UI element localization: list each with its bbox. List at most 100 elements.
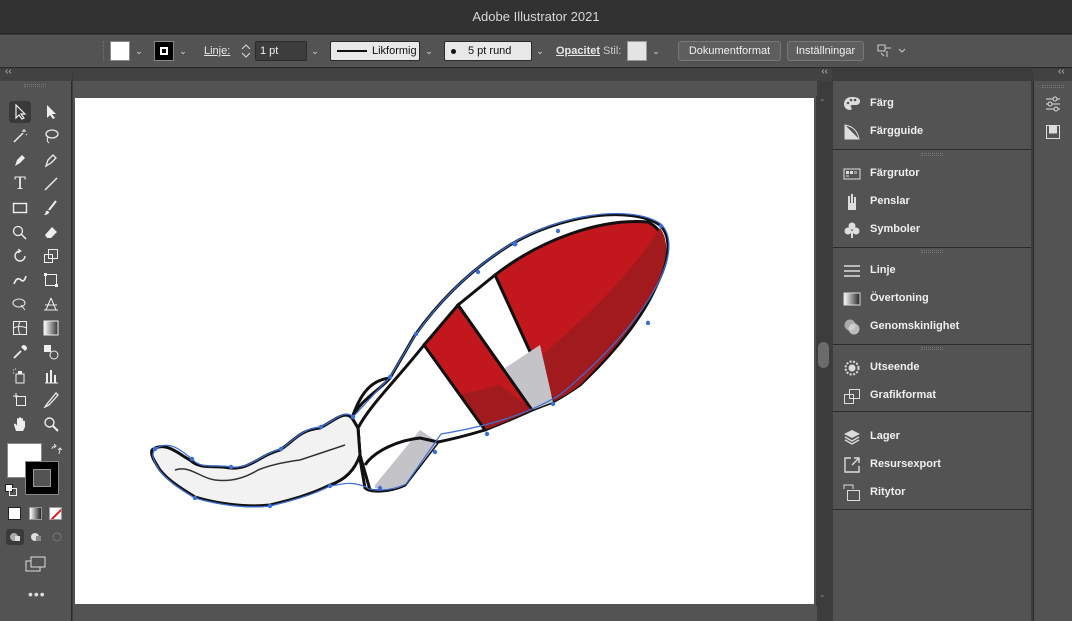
direct-selection-tool-icon[interactable]: [40, 101, 62, 123]
scroll-down-icon[interactable]: ⌄: [819, 590, 826, 599]
type-tool-icon[interactable]: T: [9, 173, 31, 195]
panel-item-utseende[interactable]: Utseende: [833, 355, 1031, 381]
draw-inside-icon[interactable]: [48, 529, 66, 545]
graphic-style-swatch[interactable]: [627, 41, 647, 61]
panel-item-label: Penslar: [870, 195, 910, 207]
stroke-weight-field[interactable]: 1 pt: [255, 41, 307, 61]
panel-item-label: Genomskinlighet: [870, 320, 960, 332]
panel-dock: Färg Färgguide Färgrutor Penslar Symbole…: [833, 81, 1031, 621]
panel-item-label: Resursexport: [870, 458, 941, 470]
fill-dropdown-icon[interactable]: ⌄: [132, 41, 146, 61]
swap-colors-icon[interactable]: [50, 443, 63, 455]
side-panel-header: ‹‹: [1033, 66, 1072, 81]
symbols-icon: [843, 221, 861, 239]
profile-dropdown-icon[interactable]: ⌄: [422, 41, 436, 61]
gradient-icon: [843, 290, 861, 308]
properties-icon[interactable]: [1044, 95, 1062, 113]
zoom-tool-icon[interactable]: [40, 413, 62, 435]
selection-tool-icon[interactable]: [9, 101, 31, 123]
scroll-thumb[interactable]: [818, 342, 829, 368]
paintbrush-tool-icon[interactable]: [40, 197, 62, 219]
none-mode-icon[interactable]: [49, 507, 62, 520]
libraries-icon[interactable]: [1044, 123, 1062, 141]
stroke-color-box[interactable]: [25, 461, 59, 495]
curvature-tool-icon[interactable]: [40, 149, 62, 171]
fill-swatch[interactable]: [110, 41, 130, 61]
slice-tool-icon[interactable]: [40, 389, 62, 411]
style-dropdown-icon[interactable]: ⌄: [649, 41, 663, 61]
shape-builder-tool-icon[interactable]: [9, 293, 31, 315]
hand-tool-icon[interactable]: [9, 413, 31, 435]
stroke-swatch[interactable]: [154, 41, 174, 61]
panel-item-label: Färg: [870, 97, 894, 109]
appearance-icon: [843, 359, 861, 377]
control-bar: ⌄ ⌄ Linje: 1 pt ⌄ Likformig ⌄ 5 pt rund …: [0, 35, 1072, 68]
stroke-label[interactable]: Linje:: [204, 41, 230, 61]
rotate-tool-icon[interactable]: [9, 245, 31, 267]
lasso-tool-icon[interactable]: [40, 125, 62, 147]
screen-mode-icon[interactable]: [24, 555, 48, 573]
warp-tool-icon[interactable]: [9, 269, 31, 291]
stroke-stepper-icon[interactable]: [238, 41, 254, 61]
magic-wand-tool-icon[interactable]: [9, 125, 31, 147]
panel-item-fargrutor[interactable]: Färgrutor: [833, 161, 1031, 187]
color-mode-icon[interactable]: [8, 507, 21, 520]
preferences-button[interactable]: Inställningar: [787, 41, 864, 61]
arrange-docs-icon[interactable]: [875, 41, 909, 61]
default-colors-icon[interactable]: [5, 483, 17, 496]
panel-item-lager[interactable]: Lager: [833, 424, 1031, 450]
gradient-mode-icon[interactable]: [29, 507, 42, 520]
style-label: Stil:: [603, 45, 622, 57]
brush-definition[interactable]: 5 pt rund: [444, 41, 532, 61]
panel-item-genomskinlighet[interactable]: Genomskinlighet: [833, 314, 1031, 340]
gradient-tool-icon[interactable]: [40, 317, 62, 339]
panel-item-penslar[interactable]: Penslar: [833, 189, 1031, 215]
scroll-up-icon[interactable]: ⌃: [819, 98, 826, 107]
panel-item-overtoning[interactable]: Övertoning: [833, 286, 1031, 312]
blend-tool-icon[interactable]: [40, 341, 62, 363]
control-bar-grip: [103, 41, 105, 61]
panel-item-fargguide[interactable]: Färgguide: [833, 119, 1031, 145]
document-setup-button[interactable]: Dokumentformat: [678, 41, 781, 61]
collapsed-panel-strip: [1033, 81, 1072, 621]
free-transform-tool-icon[interactable]: [40, 269, 62, 291]
panel-item-label: Färgrutor: [870, 167, 920, 179]
eyedropper-tool-icon[interactable]: [9, 341, 31, 363]
panel-item-grafikformat[interactable]: Grafikformat: [833, 383, 1031, 409]
panel-item-symboler[interactable]: Symboler: [833, 217, 1031, 243]
symbol-sprayer-tool-icon[interactable]: [9, 365, 31, 387]
line-tool-icon[interactable]: [40, 173, 62, 195]
panel-group-layers: Lager Resursexport Ritytor: [833, 412, 1031, 510]
stroke-weight-dropdown-icon[interactable]: ⌄: [308, 41, 322, 61]
variable-width-profile[interactable]: Likformig: [330, 41, 420, 61]
artboard-tool-icon[interactable]: [9, 389, 31, 411]
stroke-dropdown-icon[interactable]: ⌄: [176, 41, 190, 61]
brush-dropdown-icon[interactable]: ⌄: [533, 41, 547, 61]
artboard[interactable]: [75, 98, 814, 604]
toolbox-header: ‹‹: [0, 66, 72, 81]
perspective-grid-tool-icon[interactable]: [40, 293, 62, 315]
graphic-styles-icon: [843, 387, 861, 405]
panel-item-linje[interactable]: Linje: [833, 258, 1031, 284]
panel-group-appearance: Utseende Grafikformat: [833, 345, 1031, 412]
column-graph-tool-icon[interactable]: [40, 365, 62, 387]
eraser-tool-icon[interactable]: [40, 221, 62, 243]
draw-behind-icon[interactable]: [27, 529, 45, 545]
panel-item-resursexport[interactable]: Resursexport: [833, 452, 1031, 478]
vertical-scrollbar[interactable]: ⌃ ⌄: [816, 96, 831, 606]
edit-toolbar-icon[interactable]: •••: [28, 586, 46, 602]
panel-item-label: Symboler: [870, 223, 921, 235]
mesh-tool-icon[interactable]: [9, 317, 31, 339]
shaper-tool-icon[interactable]: [9, 221, 31, 243]
rectangle-tool-icon[interactable]: [9, 197, 31, 219]
draw-normal-icon[interactable]: [6, 529, 24, 545]
color-guide-icon: [843, 123, 861, 141]
panel-item-farg[interactable]: Färg: [833, 91, 1031, 117]
panel-header: ‹‹: [73, 66, 832, 81]
pen-tool-icon[interactable]: [9, 149, 31, 171]
window-title: Adobe Illustrator 2021: [472, 9, 600, 24]
panel-item-ritytor[interactable]: Ritytor: [833, 480, 1031, 506]
scale-tool-icon[interactable]: [40, 245, 62, 267]
opacity-label[interactable]: Opacitet: [556, 41, 600, 61]
rocket-artwork[interactable]: [75, 98, 814, 604]
